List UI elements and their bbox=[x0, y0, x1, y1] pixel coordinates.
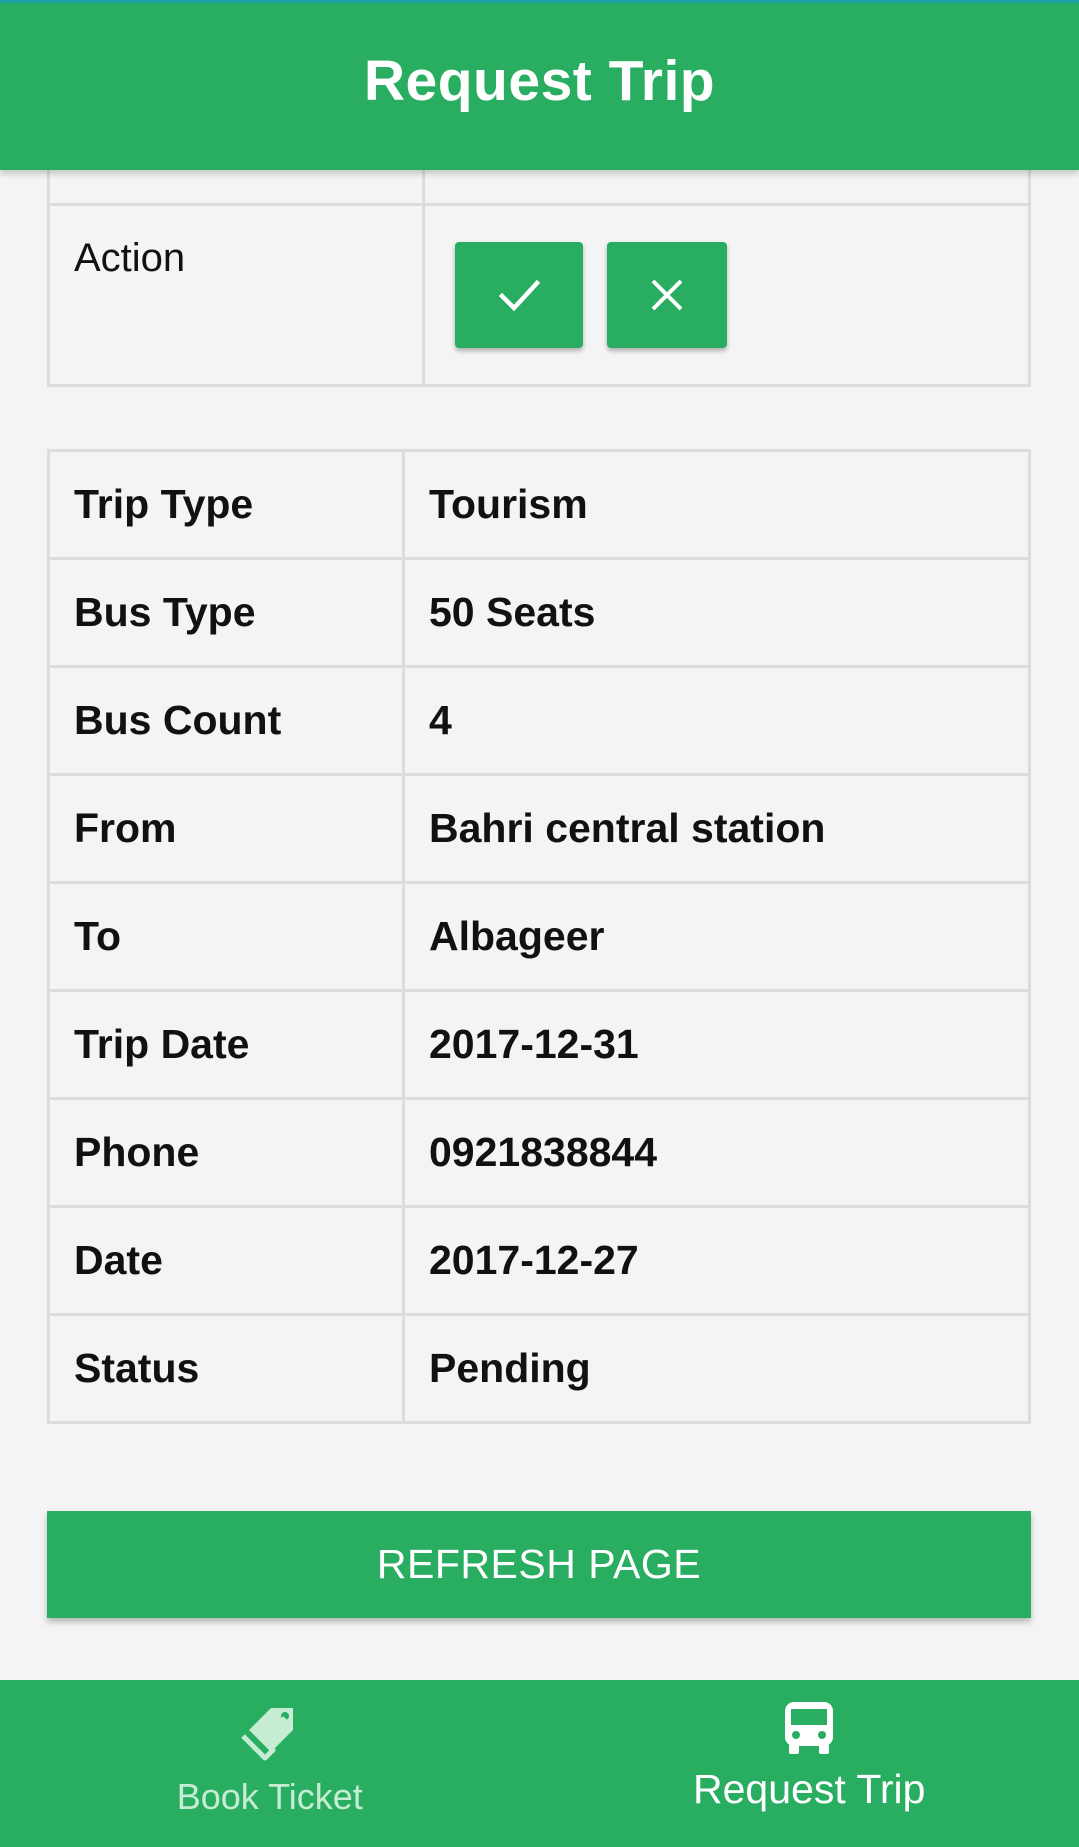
bottom-navigation: Book Ticket Request Trip bbox=[0, 1680, 1079, 1847]
table-row: From Bahri central station bbox=[47, 773, 1031, 884]
action-buttons bbox=[449, 206, 1028, 348]
checkmark-icon bbox=[498, 279, 541, 312]
action-label: Action bbox=[74, 236, 186, 280]
nav-item-book-ticket[interactable]: Book Ticket bbox=[0, 1680, 540, 1847]
table-row: Bus Count 4 bbox=[47, 665, 1031, 776]
reject-button[interactable] bbox=[607, 242, 727, 348]
row-label: Trip Date bbox=[47, 989, 405, 1100]
row-label: Trip Type bbox=[47, 449, 405, 560]
refresh-page-button[interactable]: REFRESH PAGE bbox=[47, 1511, 1031, 1618]
action-buttons-cell bbox=[422, 203, 1031, 387]
bus-icon bbox=[785, 1702, 834, 1754]
nav-label: Request Trip bbox=[693, 1766, 926, 1812]
page-title: Request Trip bbox=[363, 49, 716, 113]
table-row: To Albageer bbox=[47, 881, 1031, 992]
row-value: Bahri central station bbox=[402, 773, 1031, 884]
row-label: Bus Count bbox=[47, 665, 405, 776]
action-row: Action bbox=[47, 203, 1031, 387]
row-label: Bus Type bbox=[47, 557, 405, 668]
row-value: Tourism bbox=[402, 449, 1031, 560]
status-accent-strip bbox=[0, 0, 1079, 3]
row-label: From bbox=[47, 773, 405, 884]
row-value: 2017-12-27 bbox=[402, 1205, 1031, 1316]
table-row: Bus Type 50 Seats bbox=[47, 557, 1031, 668]
table-row: Date 2017-12-27 bbox=[47, 1205, 1031, 1316]
row-value: 4 bbox=[402, 665, 1031, 776]
trip-details-table: Trip Type Tourism Bus Type 50 Seats Bus … bbox=[47, 449, 1031, 1424]
nav-item-request-trip[interactable]: Request Trip bbox=[540, 1680, 1079, 1847]
row-value: 2017-12-31 bbox=[402, 989, 1031, 1100]
row-label: Phone bbox=[47, 1097, 405, 1208]
table-row: Trip Date 2017-12-31 bbox=[47, 989, 1031, 1100]
app-bar: Request Trip bbox=[0, 0, 1079, 170]
nav-label: Book Ticket bbox=[176, 1776, 363, 1817]
table-row: Status Pending bbox=[47, 1313, 1031, 1424]
tag-icon bbox=[240, 1708, 293, 1761]
action-label-cell: Action bbox=[47, 203, 425, 387]
row-value: Pending bbox=[402, 1313, 1031, 1424]
row-label: To bbox=[47, 881, 405, 992]
content-area: Action Trip Type Tourism Bus Type 50 Sea… bbox=[0, 0, 1079, 1680]
row-value: 0921838844 bbox=[402, 1097, 1031, 1208]
row-label: Status bbox=[47, 1313, 405, 1424]
row-label: Date bbox=[47, 1205, 405, 1316]
row-value: 50 Seats bbox=[402, 557, 1031, 668]
row-value: Albageer bbox=[402, 881, 1031, 992]
accept-button[interactable] bbox=[455, 242, 583, 348]
close-icon bbox=[651, 279, 683, 311]
table-row: Trip Type Tourism bbox=[47, 449, 1031, 560]
table-row: Phone 0921838844 bbox=[47, 1097, 1031, 1208]
